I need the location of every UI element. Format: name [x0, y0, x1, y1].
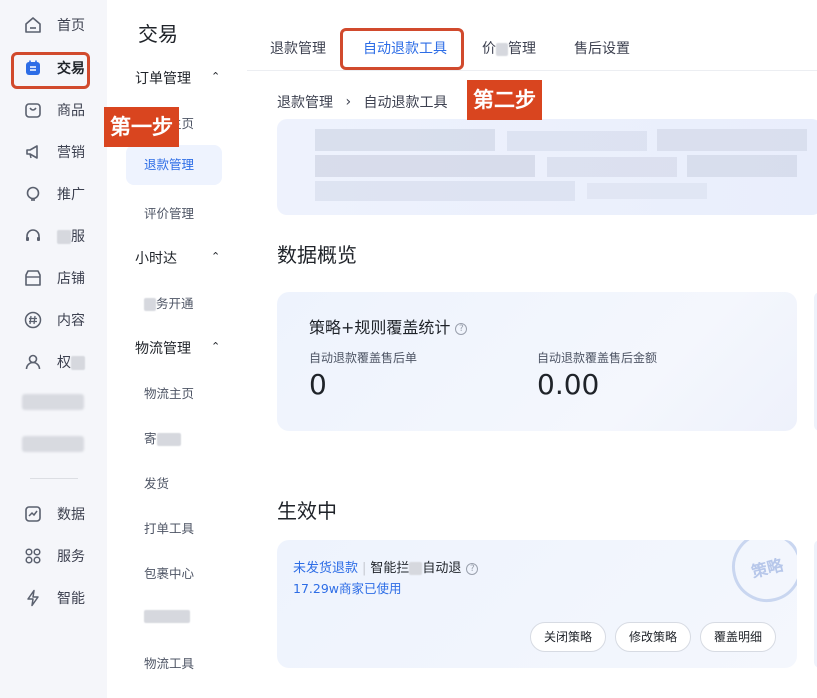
- promote-icon: [23, 184, 43, 204]
- help-icon[interactable]: ?: [455, 322, 468, 335]
- breadcrumb: 退款管理 › 自动退款工具: [277, 92, 448, 112]
- headset-icon: [23, 226, 43, 246]
- metric-value-amount: 0.00: [537, 368, 600, 401]
- subnav-item-ship[interactable]: 发货: [144, 473, 169, 492]
- rail-item-label: 内容: [57, 313, 85, 329]
- rail-item-label: 商品: [57, 103, 85, 119]
- goods-icon: [23, 100, 43, 120]
- app-root: 首页 交易 商品 营销 推广 服 店铺 内容 权 数据 服务 智能 交易 订单管…: [0, 0, 817, 698]
- redacted-nav-item: [22, 436, 84, 452]
- metric-value-orders: 0: [309, 368, 327, 401]
- rail-item-label: 服: [57, 226, 85, 246]
- breadcrumb-current: 自动退款工具: [363, 95, 448, 111]
- step1-highlight: [11, 52, 90, 89]
- home-icon: [23, 15, 43, 35]
- rail-divider: [30, 478, 78, 479]
- subnav-item-logistics-tool[interactable]: 物流工具: [144, 653, 194, 672]
- primary-nav-rail: 首页 交易 商品 营销 推广 服 店铺 内容 权 数据 服务 智能: [0, 0, 107, 698]
- strategy-card: 未发货退款 | 智能拦 自动退? 17.29w商家已使用 策略 关闭策略 修改策略 覆…: [277, 540, 797, 668]
- subnav-group-order[interactable]: 订单管理: [135, 68, 191, 88]
- subnav-item-service-open[interactable]: 务开通: [144, 293, 194, 312]
- metric-label-orders: 自动退款覆盖售后单: [309, 351, 418, 365]
- tab-price-protect[interactable]: 价管理: [482, 38, 536, 58]
- rail-item-label: 数据: [57, 507, 85, 523]
- chevron-right-icon: ›: [345, 94, 352, 110]
- step2-highlight: [340, 28, 464, 70]
- rail-item-content[interactable]: 内容: [0, 303, 107, 337]
- subnav-item-review-manage[interactable]: 评价管理: [144, 203, 194, 222]
- store-icon: [23, 268, 43, 288]
- secondary-nav: 交易 订单管理 ⌃ 订单主页 退款管理 评价管理 小时达 ⌃ 务开通 物流管理 …: [107, 0, 247, 698]
- coverage-detail-button[interactable]: 覆盖明细: [700, 622, 777, 652]
- strategy-stamp: 策略: [724, 540, 797, 610]
- rail-item-marketing[interactable]: 营销: [0, 135, 107, 169]
- subnav-item-refund-manage[interactable]: 退款管理: [126, 145, 222, 185]
- rail-item-promote[interactable]: 推广: [0, 177, 107, 211]
- subnav-item-logistics-service[interactable]: [144, 608, 190, 623]
- subnav-item-express[interactable]: 寄: [144, 428, 181, 447]
- chevron-up-icon[interactable]: ⌃: [211, 250, 220, 263]
- strategy-usage: 17.29w商家已使用: [293, 581, 402, 596]
- strategy-name: 智能拦 自动退: [370, 561, 462, 576]
- chart-icon: [23, 504, 43, 524]
- rail-item-label: 营销: [57, 145, 85, 161]
- rail-item-smart[interactable]: 智能: [0, 581, 107, 615]
- redacted-banner: [277, 119, 817, 215]
- overview-title: 数据概览: [277, 243, 357, 267]
- strategy-type-link[interactable]: 未发货退款: [293, 561, 358, 576]
- rail-item-label: 服务: [57, 549, 85, 565]
- tab-bar: 退款管理 自动退款工具 价管理 售后设置: [247, 0, 817, 71]
- rail-item-data[interactable]: 数据: [0, 497, 107, 531]
- subnav-item-package-center[interactable]: 包裹中心: [144, 563, 194, 582]
- active-section-title: 生效中: [277, 499, 337, 523]
- rail-item-home[interactable]: 首页: [0, 8, 107, 42]
- rail-item-goods[interactable]: 商品: [0, 93, 107, 127]
- tab-after-sale-settings[interactable]: 售后设置: [574, 38, 630, 58]
- redacted-nav-item: [22, 394, 84, 410]
- subnav-group-logistics[interactable]: 物流管理: [135, 338, 191, 358]
- subnav-title: 交易: [138, 22, 178, 46]
- member-icon: [23, 352, 43, 372]
- strategy-title: 未发货退款 | 智能拦 自动退?: [293, 557, 479, 576]
- hash-icon: [23, 310, 43, 330]
- coverage-stats-card: 策略+规则覆盖统计? 自动退款覆盖售后单 0 自动退款覆盖售后金额 0.00: [277, 292, 797, 431]
- rail-item-service[interactable]: 服: [0, 219, 107, 253]
- rail-item-services[interactable]: 服务: [0, 539, 107, 573]
- rail-item-label: 首页: [57, 18, 85, 34]
- help-icon[interactable]: ?: [466, 562, 479, 575]
- subnav-item-logistics-home[interactable]: 物流主页: [144, 383, 194, 402]
- coverage-card-title: 策略+规则覆盖统计?: [309, 314, 468, 338]
- chevron-up-icon[interactable]: ⌃: [211, 70, 220, 83]
- metric-label-amount: 自动退款覆盖售后金额: [537, 351, 658, 365]
- grid-icon: [23, 546, 43, 566]
- rail-item-label: 店铺: [57, 271, 85, 287]
- rail-item-label: 权: [57, 352, 85, 372]
- tab-refund-manage[interactable]: 退款管理: [270, 38, 326, 58]
- step2-label: 第二步: [467, 80, 542, 120]
- rail-item-label: 智能: [57, 591, 85, 607]
- rail-item-store[interactable]: 店铺: [0, 261, 107, 295]
- step1-label: 第一步: [104, 107, 179, 147]
- edit-strategy-button[interactable]: 修改策略: [615, 622, 692, 652]
- breadcrumb-parent[interactable]: 退款管理: [277, 95, 333, 111]
- bolt-icon: [23, 588, 43, 608]
- subnav-group-hourly[interactable]: 小时达: [135, 248, 177, 268]
- close-strategy-button[interactable]: 关闭策略: [530, 622, 607, 652]
- megaphone-icon: [23, 142, 43, 162]
- rail-item-member[interactable]: 权: [0, 345, 107, 379]
- subnav-item-print-tool[interactable]: 打单工具: [144, 518, 194, 537]
- chevron-up-icon[interactable]: ⌃: [211, 340, 220, 353]
- rail-item-label: 推广: [57, 187, 85, 203]
